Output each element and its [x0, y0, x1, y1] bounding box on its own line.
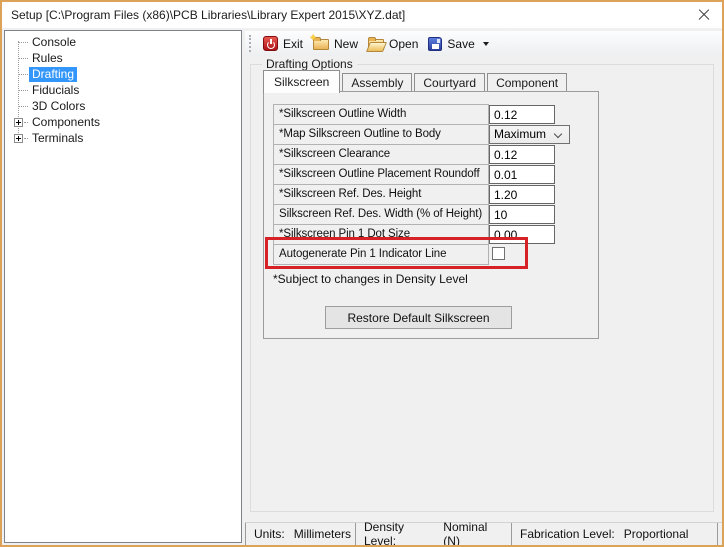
tree-item-components[interactable]: Components	[5, 114, 241, 130]
exit-button[interactable]: Exit	[258, 34, 308, 53]
tree-item-terminals[interactable]: Terminals	[5, 130, 241, 146]
field-label-map-outline: *Map Silkscreen Outline to Body	[273, 124, 489, 145]
exit-button-label: Exit	[283, 37, 303, 51]
expand-plus-icon[interactable]	[14, 118, 23, 127]
expand-plus-icon[interactable]	[14, 134, 23, 143]
restore-default-silkscreen-button[interactable]: Restore Default Silkscreen	[325, 306, 512, 329]
map-outline-select[interactable]: Maximum	[489, 125, 570, 144]
floppy-disk-icon	[428, 37, 442, 51]
tree-item-label: Console	[29, 35, 79, 50]
sparkle-icon: ✦	[309, 33, 317, 44]
silkscreen-tab-page: *Silkscreen Outline Width *Map Silkscree…	[263, 91, 599, 339]
tree-item-drafting[interactable]: Drafting	[5, 66, 241, 82]
drafting-options-group: Drafting Options Silkscreen Assembly Cou…	[250, 64, 714, 512]
status-density-label: Density Level:	[364, 520, 434, 547]
tree-item-label: Terminals	[29, 131, 86, 146]
tree-item-label: 3D Colors	[29, 99, 88, 114]
save-button-label: Save	[447, 37, 474, 51]
tree-item-label: Fiducials	[29, 83, 82, 98]
tree-item-label: Rules	[29, 51, 66, 66]
density-level-note: *Subject to changes in Density Level	[273, 272, 468, 286]
tab-component[interactable]: Component	[487, 73, 567, 92]
tree-item-3d-colors[interactable]: 3D Colors	[5, 98, 241, 114]
save-button[interactable]: Save	[423, 35, 493, 53]
status-units-value: Millimeters	[294, 527, 351, 541]
clearance-input[interactable]	[489, 145, 555, 164]
status-divider	[717, 523, 718, 545]
refdes-height-input[interactable]	[489, 185, 555, 204]
status-bar: Units: Millimeters Density Level: Nomina…	[245, 522, 722, 545]
refdes-width-input[interactable]	[489, 205, 555, 224]
close-button[interactable]	[696, 7, 712, 23]
map-outline-selected-value: Maximum	[494, 127, 546, 141]
tab-assembly[interactable]: Assembly	[342, 73, 412, 92]
chevron-down-icon	[555, 131, 562, 138]
power-icon	[263, 36, 278, 51]
status-fabrication-level: Fabrication Level: Proportional	[511, 523, 717, 545]
outline-width-input[interactable]	[489, 105, 555, 124]
tree-item-rules[interactable]: Rules	[5, 50, 241, 66]
open-button-label: Open	[389, 37, 418, 51]
title-bar: Setup [C:\Program Files (x86)\PCB Librar…	[2, 2, 722, 28]
red-highlight-annotation	[265, 237, 528, 269]
new-button-label: New	[334, 37, 358, 51]
tab-silkscreen[interactable]: Silkscreen	[263, 70, 340, 93]
window-title: Setup [C:\Program Files (x86)\PCB Librar…	[11, 8, 405, 22]
tree-item-console[interactable]: Console	[5, 34, 241, 50]
status-units: Units: Millimeters	[245, 523, 355, 545]
toolbar: Exit ✦ New Open Save	[245, 31, 722, 56]
settings-tree: Console Rules Drafting Fiducials 3D Colo…	[4, 30, 242, 543]
tree-item-label-selected: Drafting	[29, 67, 77, 82]
dialog-content: Console Rules Drafting Fiducials 3D Colo…	[2, 28, 722, 545]
placement-roundoff-input[interactable]	[489, 165, 555, 184]
tree-item-fiducials[interactable]: Fiducials	[5, 82, 241, 98]
toolbar-grip[interactable]	[249, 35, 253, 52]
field-label-clearance: *Silkscreen Clearance	[273, 144, 489, 165]
status-density-value: Nominal (N)	[443, 520, 503, 547]
new-button[interactable]: ✦ New	[308, 35, 363, 53]
field-label-placement-roundoff: *Silkscreen Outline Placement Roundoff	[273, 164, 489, 185]
close-icon	[696, 7, 712, 23]
status-density-level: Density Level: Nominal (N)	[355, 523, 511, 545]
field-label-refdes-height: *Silkscreen Ref. Des. Height	[273, 184, 489, 205]
status-fabrication-value: Proportional	[624, 527, 689, 541]
save-dropdown-arrow-icon[interactable]	[483, 42, 489, 46]
status-fabrication-label: Fabrication Level:	[520, 527, 615, 541]
setup-dialog-window: Setup [C:\Program Files (x86)\PCB Librar…	[0, 0, 724, 547]
tab-strip: Silkscreen Assembly Courtyard Component	[263, 69, 567, 92]
main-panel: Exit ✦ New Open Save Drafting Opti	[245, 28, 722, 545]
open-button[interactable]: Open	[363, 35, 423, 53]
new-folder-icon: ✦	[313, 39, 329, 50]
status-units-label: Units:	[254, 527, 285, 541]
open-folder-icon	[368, 39, 384, 50]
field-label-refdes-width: Silkscreen Ref. Des. Width (% of Height)	[273, 204, 489, 225]
field-label-outline-width: *Silkscreen Outline Width	[273, 104, 489, 125]
tab-courtyard[interactable]: Courtyard	[414, 73, 485, 92]
tree-item-label: Components	[29, 115, 103, 130]
